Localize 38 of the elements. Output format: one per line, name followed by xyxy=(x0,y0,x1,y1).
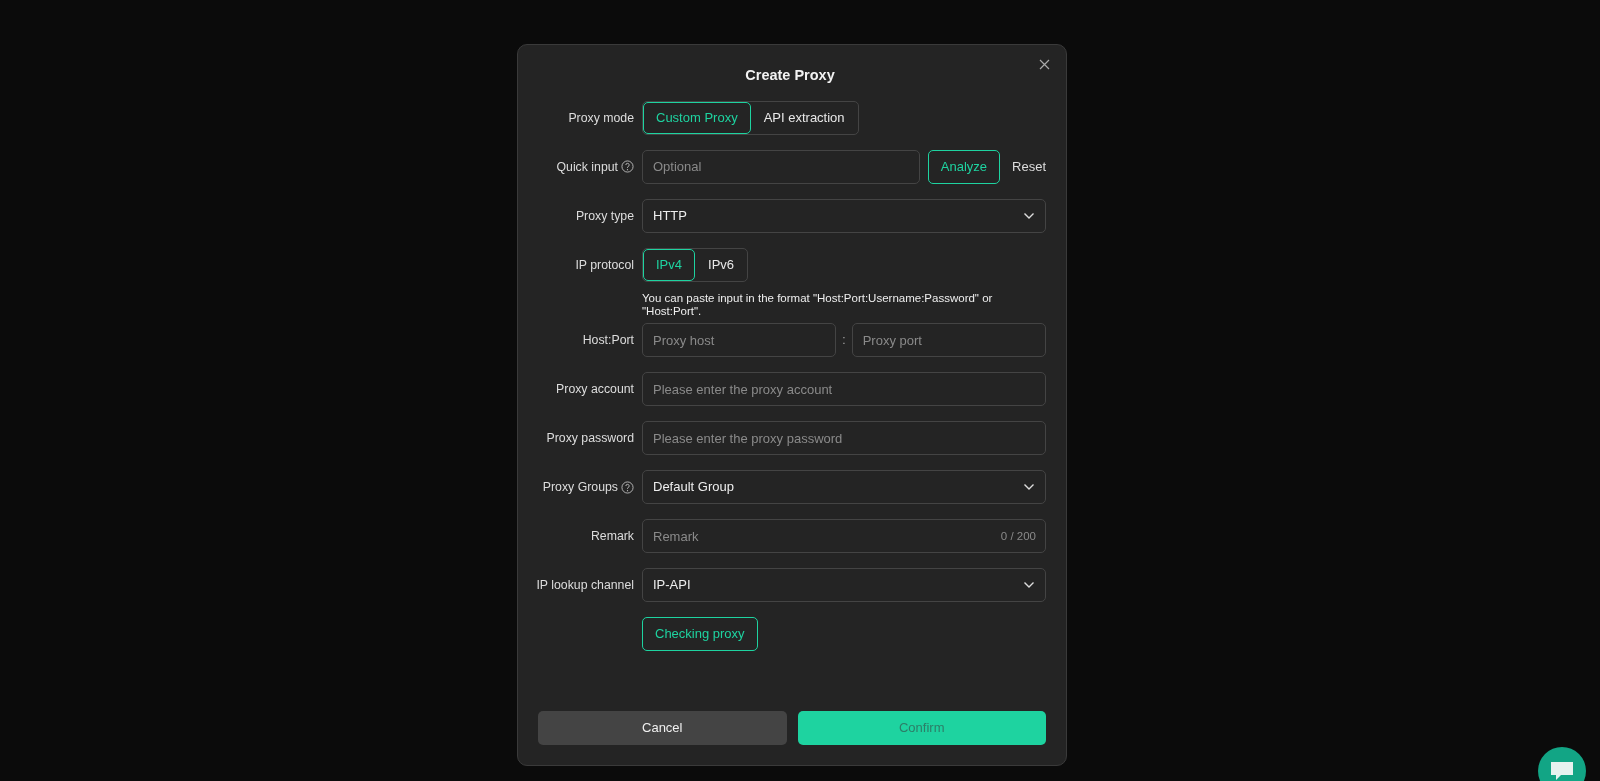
dropdown-select[interactable]: IP-API xyxy=(642,568,1046,603)
cancel-button[interactable]: Cancel xyxy=(538,711,787,745)
close-icon xyxy=(1039,59,1050,70)
dialog-title: Create Proxy xyxy=(745,66,835,85)
character-counter: 0 / 200 xyxy=(1000,529,1036,545)
field-label: Proxy password xyxy=(546,430,634,448)
dropdown-select[interactable]: HTTP xyxy=(642,198,1046,233)
close-button[interactable] xyxy=(1037,57,1052,72)
chevron-down-icon xyxy=(1023,581,1035,590)
chevron-down-icon xyxy=(1023,211,1035,220)
text-input-field[interactable]: Please enter the proxy account xyxy=(642,372,1046,407)
field-label: Proxy mode xyxy=(568,109,634,127)
dropdown-select[interactable]: Default Group xyxy=(642,470,1046,505)
checking-proxy-button[interactable]: Checking proxy xyxy=(642,617,758,652)
field-label: Proxy type xyxy=(575,207,634,225)
quick-input-field[interactable]: Optional xyxy=(642,149,920,184)
segment-option[interactable]: Custom Proxy xyxy=(643,101,751,134)
help-icon[interactable] xyxy=(621,160,634,174)
field-label: IP protocol xyxy=(575,256,634,274)
field-label: Proxy Groups xyxy=(542,479,618,497)
field-label: Quick input xyxy=(556,158,618,176)
separator-text: : xyxy=(841,332,847,350)
segment-option[interactable]: IPv4 xyxy=(643,248,695,281)
field-label: Host:Port xyxy=(582,332,634,350)
field-label: Remark xyxy=(590,528,634,546)
chat-bubble-icon xyxy=(1549,760,1575,781)
segment-option[interactable]: API extraction xyxy=(750,101,858,134)
field-label: Proxy account xyxy=(556,381,634,399)
help-icon[interactable] xyxy=(621,480,634,494)
format-hint-text: You can paste input in the format "Host:Port:Username:Password" or "Host:Port". xyxy=(642,291,994,319)
segment-option[interactable]: IPv6 xyxy=(695,248,748,281)
chevron-down-icon xyxy=(1023,483,1035,492)
reset-button[interactable]: Reset xyxy=(1008,157,1046,177)
field-label: IP lookup channel xyxy=(536,577,634,595)
port-input-field[interactable]: Proxy port xyxy=(851,323,1046,358)
analyze-button[interactable]: Analyze xyxy=(927,149,1001,184)
text-input-field[interactable]: Please enter the proxy password xyxy=(642,421,1046,456)
host-input-field[interactable]: Proxy host xyxy=(642,323,837,358)
